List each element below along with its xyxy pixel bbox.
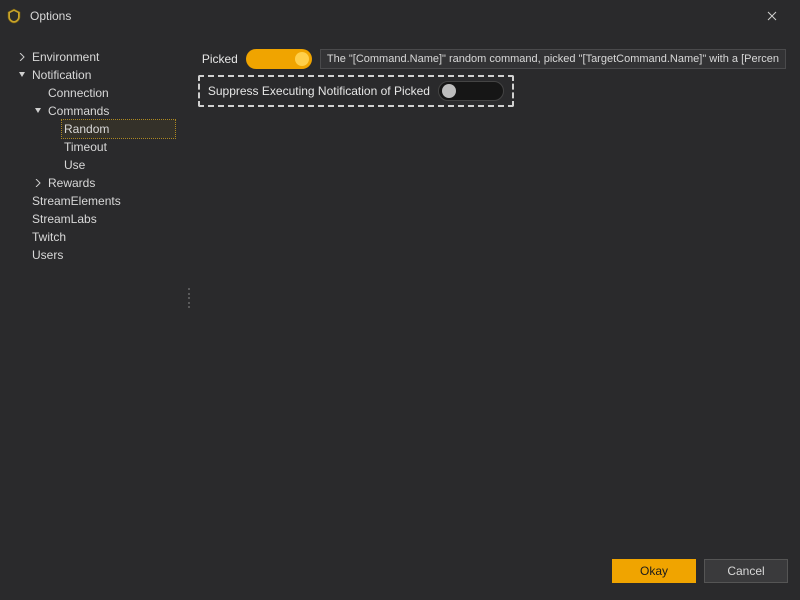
- tree-item-notification[interactable]: Notification: [10, 66, 190, 84]
- picked-row: Picked The "[Command.Name]" random comma…: [198, 46, 790, 72]
- picked-label: Picked: [198, 52, 238, 66]
- tree-item-connection[interactable]: Connection: [10, 84, 190, 102]
- tree-item-timeout[interactable]: Timeout: [10, 138, 190, 156]
- picked-toggle[interactable]: [246, 49, 312, 69]
- tree-item-users[interactable]: Users: [10, 246, 190, 264]
- options-window: Options Environment Notification: [0, 0, 800, 600]
- picked-template-input[interactable]: The "[Command.Name]" random command, pic…: [320, 49, 786, 69]
- settings-panel: Picked The "[Command.Name]" random comma…: [190, 38, 790, 552]
- suppress-row: Suppress Executing Notification of Picke…: [198, 78, 790, 104]
- suppress-toggle[interactable]: [438, 81, 504, 101]
- tree-item-streamelements[interactable]: StreamElements: [10, 192, 190, 210]
- tree-item-rewards[interactable]: Rewards: [10, 174, 190, 192]
- tree-item-environment[interactable]: Environment: [10, 48, 190, 66]
- toggle-knob: [442, 84, 456, 98]
- titlebar: Options: [0, 0, 800, 32]
- tree-item-twitch[interactable]: Twitch: [10, 228, 190, 246]
- tree-item-random[interactable]: Random: [10, 120, 190, 138]
- tree-item-commands[interactable]: Commands: [10, 102, 190, 120]
- chevron-right-icon: [16, 51, 28, 63]
- ok-button[interactable]: Okay: [612, 559, 696, 583]
- close-icon: [767, 11, 777, 21]
- tree-item-use[interactable]: Use: [10, 156, 190, 174]
- chevron-right-icon: [32, 177, 44, 189]
- suppress-highlight: Suppress Executing Notification of Picke…: [198, 75, 514, 107]
- close-button[interactable]: [752, 2, 792, 30]
- suppress-label: Suppress Executing Notification of Picke…: [208, 84, 430, 98]
- cancel-button[interactable]: Cancel: [704, 559, 788, 583]
- chevron-down-icon: [32, 105, 44, 117]
- dialog-footer: Okay Cancel: [0, 552, 800, 600]
- window-title: Options: [30, 9, 71, 23]
- chevron-down-icon: [16, 69, 28, 81]
- tree-item-streamlabs[interactable]: StreamLabs: [10, 210, 190, 228]
- toggle-knob: [295, 52, 309, 66]
- sidebar-tree: Environment Notification Connection: [10, 38, 190, 552]
- app-icon: [6, 8, 22, 24]
